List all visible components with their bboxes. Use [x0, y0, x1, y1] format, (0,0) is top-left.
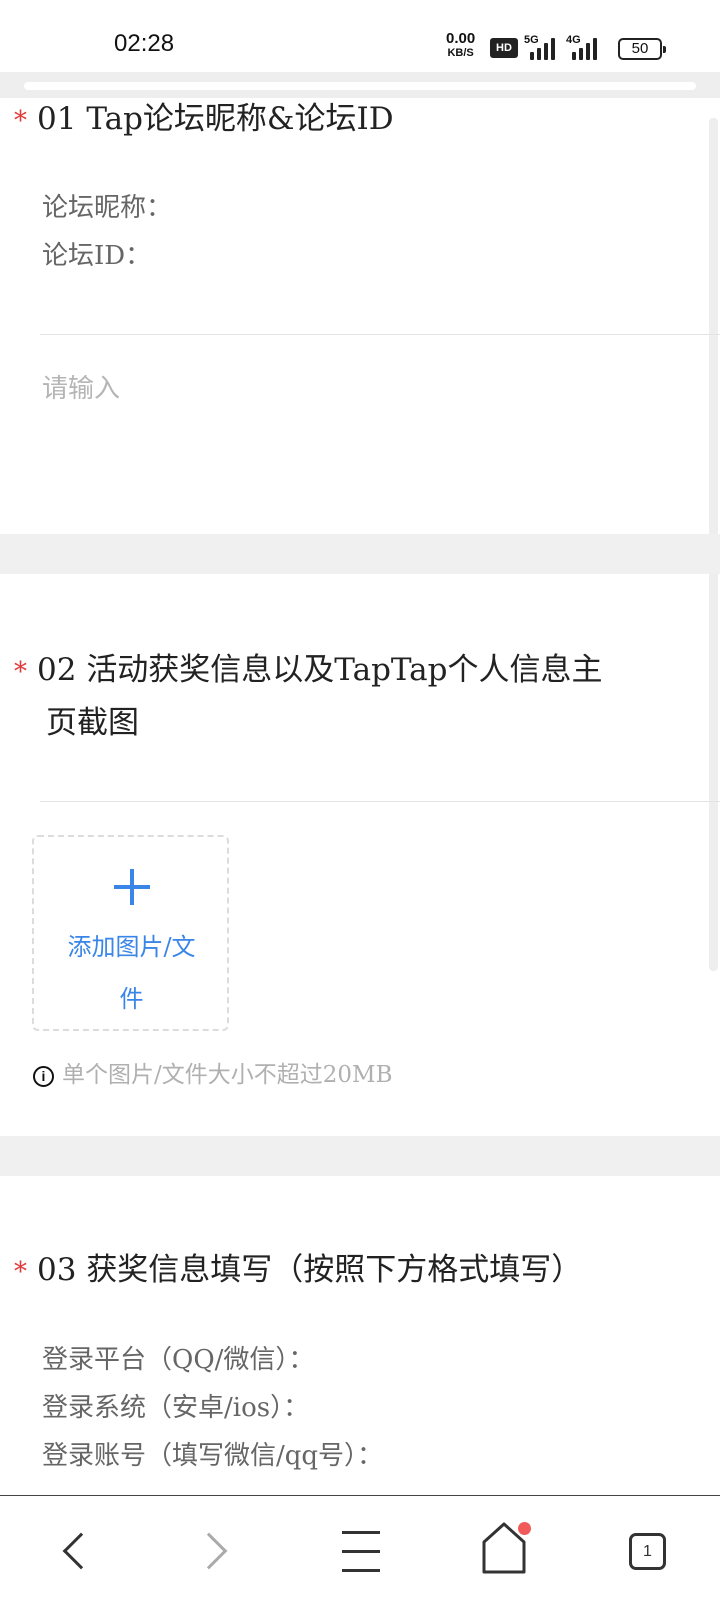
- info-icon: i: [33, 1065, 54, 1087]
- divider: [40, 801, 720, 802]
- address-bar[interactable]: [24, 82, 696, 90]
- question-1-line-nickname: 论坛昵称：: [42, 193, 173, 223]
- question-1-number: 01: [37, 101, 77, 137]
- home-icon: [482, 1522, 526, 1574]
- question-3-title: * 03 获奖信息填写（按照下方格式填写）: [14, 1243, 582, 1299]
- upload-label-line1: 添加图片/文: [67, 933, 196, 961]
- network-speed: 0.00 KB/S: [446, 30, 476, 60]
- forward-icon: [190, 1532, 228, 1570]
- signal-5g-icon: 5G: [524, 34, 555, 60]
- upload-label: 添加图片/文 件: [44, 921, 219, 1025]
- network-speed-value: 0.00: [446, 30, 476, 47]
- menu-button[interactable]: [310, 1496, 410, 1596]
- tabs-icon: 1: [629, 1533, 666, 1570]
- status-bar: 02:28 0.00 KB/S HD 5G 4G 50: [0, 0, 720, 72]
- question-3-text: 获奖信息填写（按照下方格式填写）: [86, 1252, 583, 1288]
- notification-dot: [518, 1522, 531, 1535]
- question-3-line-platform: 登录平台（QQ/微信）：: [42, 1345, 315, 1375]
- upload-file-button[interactable]: 添加图片/文 件: [32, 835, 229, 1031]
- divider: [40, 334, 720, 335]
- battery-icon: 50: [618, 38, 666, 60]
- forward-button[interactable]: [160, 1496, 260, 1596]
- signal-5g-label: 5G: [524, 34, 539, 46]
- question-3-line-account: 登录账号（填写微信/qq号）：: [42, 1441, 384, 1471]
- browser-bottom-nav: [0, 1495, 720, 1608]
- required-mark: *: [14, 1257, 27, 1287]
- question-1-title: * 01 Tap论坛昵称&论坛ID: [14, 92, 394, 148]
- section-gap: [0, 534, 720, 574]
- signal-4g-label: 4G: [566, 34, 581, 46]
- question-3-line-system: 登录系统（安卓/ios）：: [42, 1393, 310, 1423]
- answer-1-input[interactable]: 请输入: [42, 368, 120, 405]
- network-speed-unit: KB/S: [447, 47, 474, 59]
- question-2-text-line2: 页截图: [46, 705, 139, 741]
- upload-label-line2: 件: [119, 985, 144, 1013]
- required-mark: *: [14, 657, 27, 687]
- home-button[interactable]: [454, 1496, 554, 1596]
- question-1-line-id: 论坛ID：: [42, 241, 152, 271]
- question-1-text: Tap论坛昵称&论坛ID: [86, 101, 394, 137]
- signal-4g-icon: 4G: [566, 34, 597, 60]
- required-mark: *: [14, 106, 27, 136]
- upload-hint: i 单个图片/文件大小不超过20MB: [33, 1060, 392, 1090]
- back-icon: [62, 1532, 100, 1570]
- question-2-text-line1: 活动获奖信息以及TapTap个人信息主: [86, 652, 603, 688]
- upload-hint-text: 单个图片/文件大小不超过20MB: [62, 1062, 393, 1088]
- question-2-title: * 02 活动获奖信息以及TapTap个人信息主: [14, 643, 603, 699]
- question-2-number: 02: [37, 652, 77, 688]
- status-time: 02:28: [114, 30, 175, 57]
- back-button[interactable]: [20, 1496, 120, 1596]
- hd-voice-icon: HD: [490, 38, 518, 58]
- question-3-number: 03: [37, 1252, 77, 1288]
- section-gap: [0, 1136, 720, 1176]
